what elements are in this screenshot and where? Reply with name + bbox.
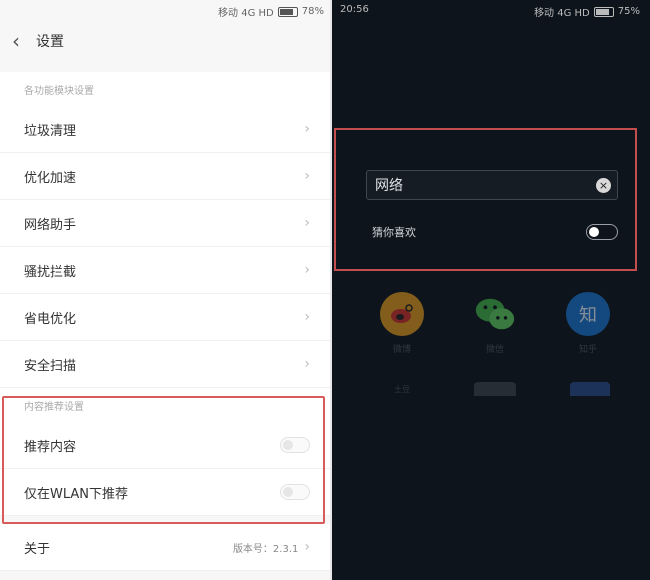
app-label-partial: 土豆 (394, 385, 410, 394)
settings-item-label: 优化加速 (24, 170, 77, 186)
app-icon-partial (570, 382, 610, 396)
settings-item-label: 网络助手 (24, 217, 77, 233)
page-title: 设置 (36, 34, 64, 50)
chevron-right-icon: › (304, 262, 310, 278)
app-label: 微信 (485, 345, 504, 355)
back-arrow-icon[interactable]: ‹ (12, 31, 30, 51)
battery-text: 75% (617, 6, 640, 17)
settings-item-label: 骚扰拦截 (24, 264, 77, 280)
settings-screen: 移动 4G HD 78% ‹ 设置 各功能模块设置 垃圾清理 › 优化加速 › … (0, 0, 330, 580)
settings-item-power-saving[interactable]: 省电优化 › (0, 294, 330, 341)
app-weibo[interactable]: 微博 (378, 292, 426, 355)
carrier-text: 移动 4G HD (218, 8, 274, 19)
settings-item-label: 关于 (24, 541, 51, 557)
app-icon-partial (474, 382, 516, 396)
clear-icon[interactable]: × (596, 177, 611, 193)
zhihu-icon: 知 (566, 292, 610, 336)
battery-icon (593, 6, 614, 17)
app-label: 微博 (392, 345, 411, 355)
search-input-value: 网络 (375, 178, 403, 194)
settings-item-security-scan[interactable]: 安全扫描 › (0, 341, 330, 388)
guess-you-like-label: 猜你喜欢 (372, 226, 416, 239)
chevron-right-icon: › (304, 539, 310, 555)
battery-icon (277, 6, 298, 17)
carrier-text: 移动 4G HD (534, 8, 590, 19)
battery-text: 78% (301, 6, 324, 17)
settings-item-label: 垃圾清理 (24, 123, 77, 139)
status-bar: 移动 4G HD 78% (218, 4, 324, 19)
search-input[interactable]: 网络 × (366, 170, 618, 200)
chevron-right-icon: › (304, 121, 310, 137)
launcher-search-screen: 20:56 移动 4G HD 75% 网络 × 猜你喜欢 微博 微信 知 知乎 … (332, 0, 650, 580)
settings-item-label: 省电优化 (24, 311, 77, 327)
app-label: 知乎 (578, 345, 597, 355)
settings-item-label: 安全扫描 (24, 358, 77, 374)
settings-item-speed-up[interactable]: 优化加速 › (0, 153, 330, 200)
wechat-icon (473, 292, 517, 336)
clock-text: 20:56 (340, 4, 369, 15)
chevron-right-icon: › (304, 309, 310, 325)
app-wechat[interactable]: 微信 (471, 292, 519, 355)
settings-item-harassment-block[interactable]: 骚扰拦截 › (0, 247, 330, 294)
highlight-box-recommendation (2, 396, 325, 524)
guess-you-like-toggle[interactable] (586, 224, 618, 240)
chevron-right-icon: › (304, 215, 310, 231)
chevron-right-icon: › (304, 168, 310, 184)
guess-you-like-row[interactable]: 猜你喜欢 (372, 222, 618, 242)
chevron-right-icon: › (304, 356, 310, 372)
app-zhihu[interactable]: 知 知乎 (564, 292, 612, 355)
settings-item-about[interactable]: 关于 版本号：2.3.1 › (0, 524, 330, 571)
settings-item-junk-clean[interactable]: 垃圾清理 › (0, 106, 330, 153)
weibo-icon (380, 292, 424, 336)
settings-item-network-assistant[interactable]: 网络助手 › (0, 200, 330, 247)
status-bar: 20:56 移动 4G HD 75% (340, 4, 640, 19)
section-label-modules: 各功能模块设置 (24, 85, 94, 97)
settings-header: ‹ 设置 (0, 22, 330, 60)
version-text: 版本号：2.3.1 (232, 543, 299, 555)
